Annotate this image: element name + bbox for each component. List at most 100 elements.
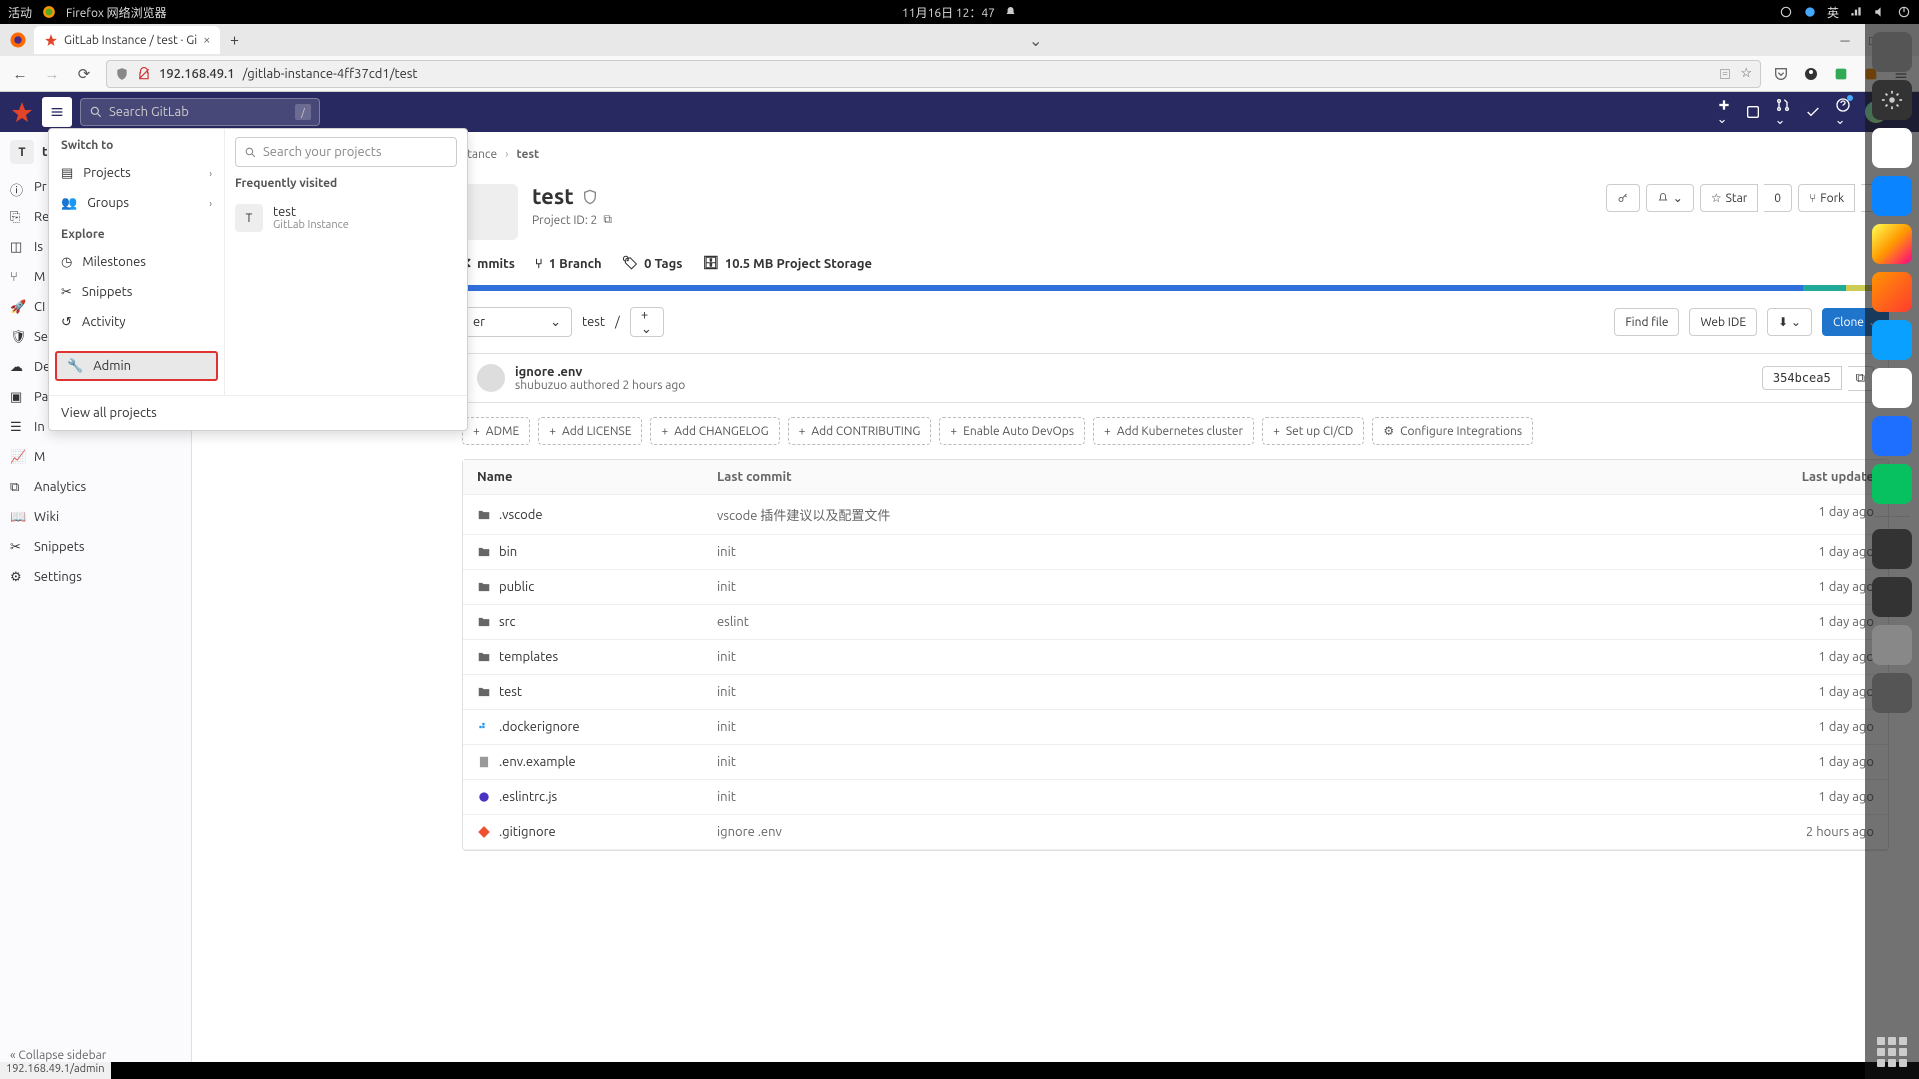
table-row[interactable]: testinit1 day ago	[463, 675, 1888, 710]
help-icon[interactable]: ⌄	[1835, 97, 1851, 128]
table-row[interactable]: .vscodevscode 插件建议以及配置文件1 day ago	[463, 495, 1888, 535]
chip-license[interactable]: + Add LICENSE	[538, 417, 642, 445]
file-commit[interactable]: ignore .env	[717, 825, 1754, 839]
dock-trash-icon[interactable]	[1872, 673, 1912, 713]
table-row[interactable]: .dockerignoreinit1 day ago	[463, 710, 1888, 745]
create-new-dropdown[interactable]: ⌄	[1717, 98, 1731, 127]
table-row[interactable]: .gitignoreignore .env2 hours ago	[463, 815, 1888, 850]
table-row[interactable]: .eslintrc.jsinit1 day ago	[463, 780, 1888, 815]
breadcrumb-current[interactable]: test	[516, 148, 539, 161]
todos-icon[interactable]	[1805, 104, 1821, 120]
clock[interactable]: 11月16日 12：47	[902, 4, 995, 21]
file-name[interactable]: public	[499, 580, 534, 594]
path-segment[interactable]: test	[582, 315, 605, 329]
ubuntu-icon[interactable]	[1779, 5, 1793, 19]
gitlab-search-input[interactable]: Search GitLab /	[80, 98, 320, 126]
url-bar[interactable]: 192.168.49.1/gitlab-instance-4ff37cd1/te…	[106, 60, 1761, 88]
dock-firefox-icon[interactable]	[1872, 272, 1912, 312]
file-name[interactable]: .eslintrc.js	[499, 790, 557, 804]
sidebar-item[interactable]: 📈M	[0, 442, 191, 472]
web-ide-button[interactable]: Web IDE	[1689, 308, 1757, 336]
file-commit[interactable]: init	[717, 685, 1754, 699]
sidebar-item-wiki[interactable]: 📖Wiki	[0, 502, 191, 532]
chip-integrations[interactable]: ⚙ Configure Integrations	[1372, 417, 1533, 445]
forward-button[interactable]: →	[42, 65, 62, 83]
file-commit[interactable]: init	[717, 790, 1754, 804]
pocket-icon[interactable]	[1773, 66, 1789, 82]
account-icon[interactable]	[1803, 66, 1819, 82]
file-commit[interactable]: init	[717, 580, 1754, 594]
chip-contributing[interactable]: + Add CONTRIBUTING	[788, 417, 932, 445]
firefox-home-icon[interactable]	[4, 26, 32, 54]
table-row[interactable]: templatesinit1 day ago	[463, 640, 1888, 675]
merge-requests-icon[interactable]: ⌄	[1775, 97, 1791, 128]
commits-stat[interactable]: ⧗ mmits	[462, 256, 515, 271]
download-button[interactable]: ⬇ ⌄	[1767, 308, 1812, 336]
sidebar-item-snippets[interactable]: ✂Snippets	[0, 532, 191, 562]
sidebar-item-analytics[interactable]: ⧉Analytics	[0, 472, 191, 502]
ssh-key-button[interactable]	[1606, 184, 1640, 212]
tabs-dropdown-icon[interactable]: ⌄	[1029, 31, 1042, 50]
chip-readme[interactable]: + ADME	[462, 417, 530, 445]
sidebar-item-settings[interactable]: ⚙Settings	[0, 562, 191, 592]
file-name[interactable]: templates	[499, 650, 558, 664]
tab-close-icon[interactable]: ×	[203, 33, 210, 47]
menu-snippets[interactable]: ✂Snippets	[49, 277, 224, 307]
extension1-icon[interactable]	[1833, 66, 1849, 82]
commit-sha[interactable]: 354bcea5	[1762, 366, 1842, 390]
copy-id-icon[interactable]: ⧉	[603, 213, 612, 227]
power-icon[interactable]	[1897, 5, 1911, 19]
dock-vscode-icon[interactable]	[1872, 176, 1912, 216]
storage-stat[interactable]: 🗄 10.5 MB Project Storage	[702, 256, 872, 271]
dock-monitor-icon[interactable]	[1872, 577, 1912, 617]
table-row[interactable]: .env.exampleinit1 day ago	[463, 745, 1888, 780]
table-row[interactable]: bininit1 day ago	[463, 535, 1888, 570]
file-name[interactable]: src	[499, 615, 516, 629]
dock-app6-icon[interactable]	[1872, 625, 1912, 665]
dock-settings-icon[interactable]	[1872, 80, 1912, 120]
dock-terminal-icon[interactable]	[1872, 529, 1912, 569]
fork-button[interactable]: ⑂ Fork	[1798, 184, 1855, 212]
tags-stat[interactable]: 🏷 0 Tags	[622, 256, 683, 271]
star-button[interactable]: ☆ Star	[1700, 184, 1758, 212]
menu-milestones[interactable]: ◷Milestones	[49, 247, 224, 277]
view-all-projects-link[interactable]: View all projects	[49, 395, 467, 430]
reader-mode-icon[interactable]	[1718, 67, 1732, 81]
file-name[interactable]: .gitignore	[499, 825, 556, 839]
dock-app-icon[interactable]	[1872, 128, 1912, 168]
find-file-button[interactable]: Find file	[1614, 308, 1679, 336]
table-row[interactable]: srceslint1 day ago	[463, 605, 1888, 640]
file-commit[interactable]: init	[717, 545, 1754, 559]
dock-app3-icon[interactable]	[1872, 320, 1912, 360]
menu-projects[interactable]: ▤ Projects ›	[49, 158, 224, 188]
frequent-project-item[interactable]: T test GitLab Instance	[235, 198, 457, 238]
chip-k8s[interactable]: + Add Kubernetes cluster	[1093, 417, 1254, 445]
file-name[interactable]: bin	[499, 545, 517, 559]
project-search-input[interactable]: Search your projects	[235, 137, 457, 167]
show-applications-button[interactable]	[1877, 1037, 1907, 1067]
notification-icon[interactable]	[1005, 6, 1017, 18]
star-count[interactable]: 0	[1764, 184, 1792, 212]
menu-admin[interactable]: 🔧Admin	[55, 351, 218, 381]
reload-button[interactable]: ⟳	[74, 65, 94, 83]
commit-title[interactable]: ignore .env	[515, 365, 685, 379]
activities-menu[interactable]: 活动	[8, 4, 32, 21]
language-bar[interactable]	[462, 285, 1889, 291]
branch-selector[interactable]: er⌄	[462, 307, 572, 337]
issues-icon[interactable]	[1745, 104, 1761, 120]
bookmark-star-icon[interactable]: ☆	[1740, 66, 1752, 81]
window-minimize-button[interactable]: ─	[1833, 28, 1857, 52]
file-commit[interactable]: vscode 插件建议以及配置文件	[717, 505, 1754, 524]
file-commit[interactable]: init	[717, 650, 1754, 664]
file-commit[interactable]: eslint	[717, 615, 1754, 629]
file-name[interactable]: test	[499, 685, 522, 699]
chip-autodevops[interactable]: + Enable Auto DevOps	[939, 417, 1085, 445]
file-name[interactable]: .env.example	[499, 755, 576, 769]
branches-stat[interactable]: ⑂ 1 Branch	[535, 256, 602, 271]
main-menu-button[interactable]	[42, 97, 72, 127]
gitlab-logo-icon[interactable]	[10, 100, 34, 124]
file-name[interactable]: .dockerignore	[499, 720, 580, 734]
file-commit[interactable]: init	[717, 755, 1754, 769]
dock-app5-icon[interactable]	[1872, 416, 1912, 456]
globe-icon[interactable]	[1803, 5, 1817, 19]
